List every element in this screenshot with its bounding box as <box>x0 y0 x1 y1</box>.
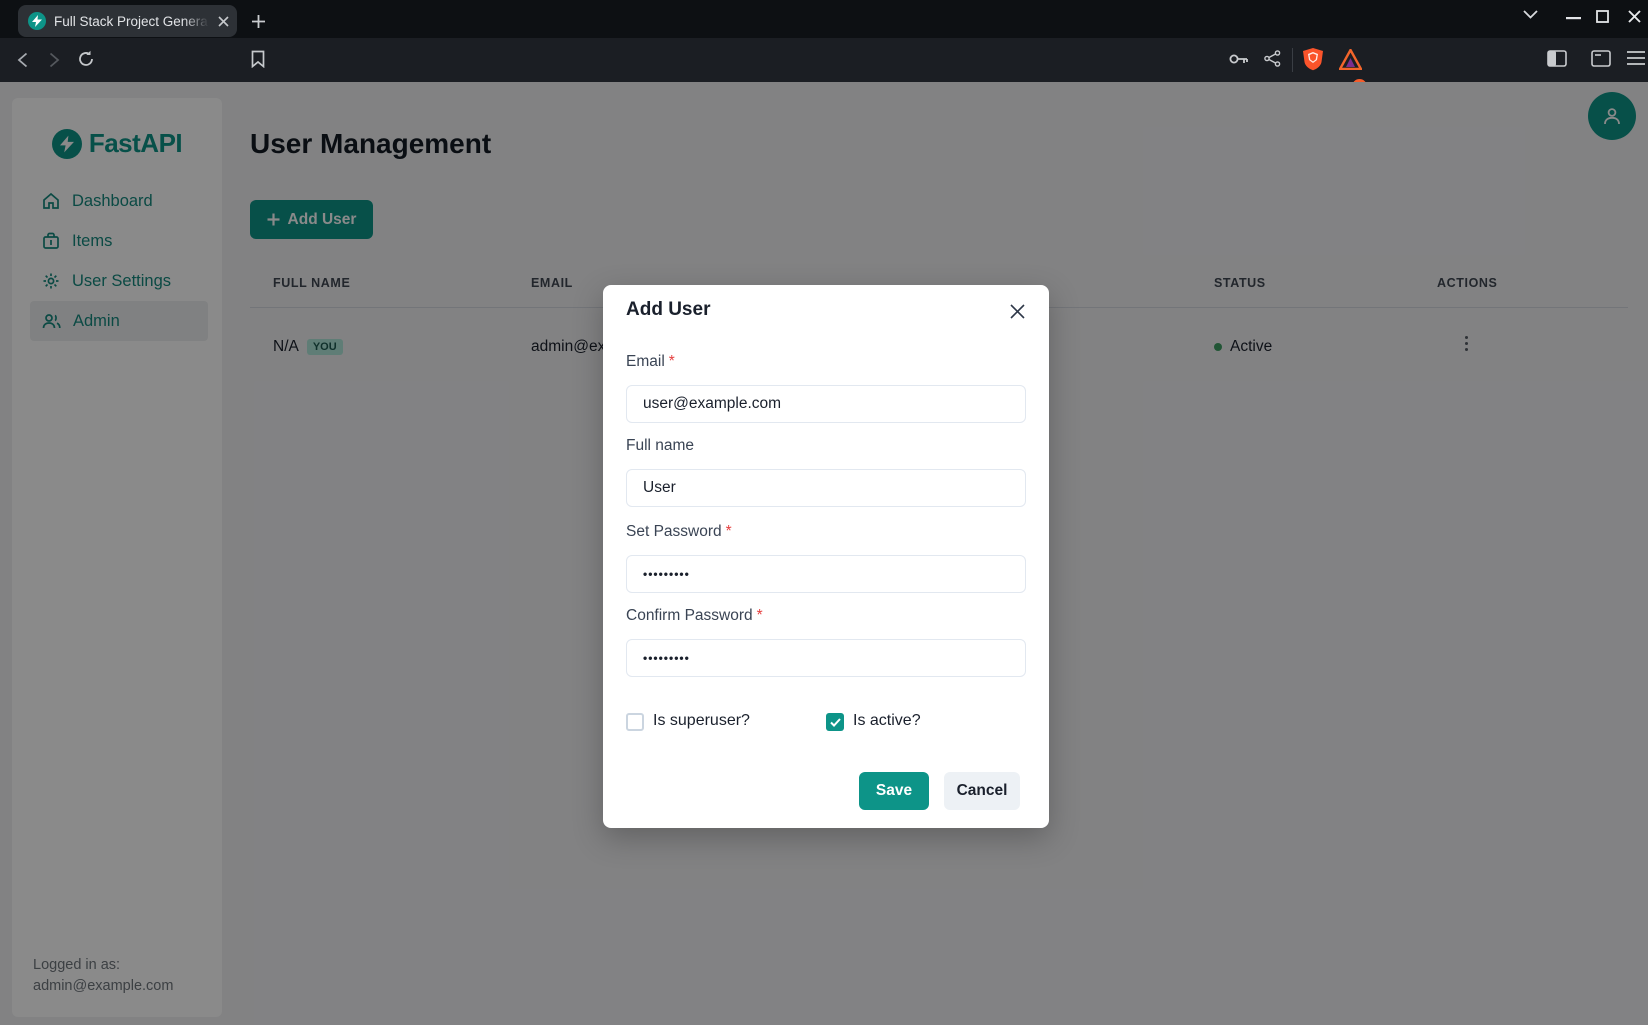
sidebar-toggle-icon[interactable] <box>1546 48 1568 68</box>
new-tab-button[interactable] <box>246 9 270 33</box>
cancel-button[interactable]: Cancel <box>944 772 1020 810</box>
maximize-button[interactable] <box>1596 10 1609 23</box>
full-name-field[interactable]: User <box>626 469 1026 507</box>
modal-title: Add User <box>626 299 710 321</box>
is-superuser-checkbox[interactable] <box>626 713 644 731</box>
browser-window-icon[interactable] <box>1590 48 1612 68</box>
back-icon[interactable] <box>12 50 32 70</box>
minimize-button[interactable] <box>1566 17 1581 20</box>
add-user-modal: Add User Email* user@example.com Full na… <box>603 285 1049 828</box>
email-label: Email* <box>626 353 675 371</box>
checkbox-row: Is superuser? Is active? <box>626 712 1026 732</box>
set-password-field[interactable]: ••••••••• <box>626 555 1026 593</box>
tab-bar: Full Stack Project Genera <box>0 0 1648 38</box>
confirm-password-label: Confirm Password* <box>626 607 763 625</box>
confirm-password-field[interactable]: ••••••••• <box>626 639 1026 677</box>
tab-title-fade <box>183 11 209 33</box>
fastapi-favicon-icon <box>28 12 46 30</box>
hamburger-menu-icon[interactable] <box>1626 49 1646 67</box>
reload-icon[interactable] <box>75 48 97 70</box>
save-button[interactable]: Save <box>859 772 929 810</box>
forward-icon[interactable] <box>44 50 64 70</box>
key-icon[interactable] <box>1228 49 1250 69</box>
share-icon[interactable] <box>1262 48 1282 68</box>
brave-shield-icon[interactable] <box>1301 46 1325 72</box>
email-field[interactable]: user@example.com <box>626 385 1026 423</box>
tab-search-chevron-icon[interactable] <box>1523 10 1538 19</box>
bookmark-icon[interactable] <box>247 48 269 70</box>
is-superuser-label: Is superuser? <box>653 712 750 730</box>
set-password-label: Set Password* <box>626 523 732 541</box>
browser-tab[interactable]: Full Stack Project Genera <box>18 5 237 37</box>
required-asterisk: * <box>726 523 732 540</box>
checkmark-icon <box>830 718 841 727</box>
is-active-checkbox[interactable] <box>826 713 844 731</box>
email-label-text: Email <box>626 353 665 370</box>
required-asterisk: * <box>757 607 763 624</box>
confirm-password-label-text: Confirm Password <box>626 607 753 624</box>
full-name-label: Full name <box>626 437 694 455</box>
is-active-label: Is active? <box>853 712 921 730</box>
brave-rewards-icon[interactable] <box>1338 47 1362 71</box>
modal-close-icon[interactable] <box>1007 301 1027 321</box>
close-window-button[interactable] <box>1628 10 1641 23</box>
browser-window: Full Stack Project Genera <box>0 0 1648 1025</box>
browser-toolbar: localhost/admin 1 <box>0 38 1648 82</box>
set-password-label-text: Set Password <box>626 523 722 540</box>
required-asterisk: * <box>669 353 675 370</box>
tab-close-icon[interactable] <box>218 16 229 27</box>
toolbar-divider <box>1292 48 1293 72</box>
full-name-label-text: Full name <box>626 437 694 454</box>
